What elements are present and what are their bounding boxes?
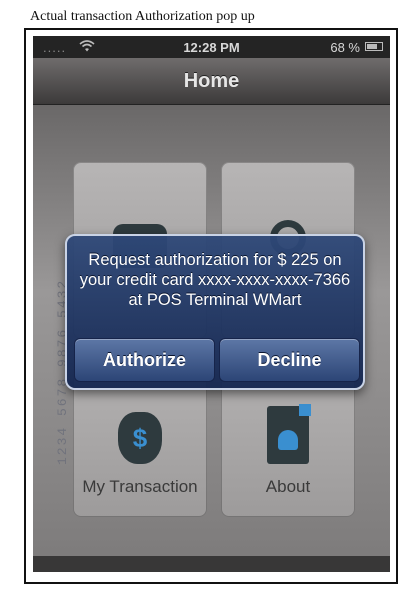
tile-label-about: About — [265, 477, 311, 496]
page-title: Home — [183, 70, 240, 92]
authorization-alert: Request authorization for $ 225 on your … — [65, 234, 365, 390]
bottom-bar — [33, 556, 390, 572]
tile-label-my-transaction: My Transaction — [82, 477, 198, 496]
money-bag-icon: $ — [118, 412, 162, 464]
person-silhouette — [278, 430, 298, 450]
caption: Actual transaction Authorization pop up — [30, 9, 255, 24]
battery-percent: 68 % — [330, 40, 360, 55]
document-fold — [299, 404, 311, 416]
decline-button[interactable]: Decline — [219, 338, 360, 382]
screenshot-frame: ..... 12:28 PM 68 % Home 1234 5678 9876 … — [24, 28, 398, 584]
authorize-button[interactable]: Authorize — [74, 338, 215, 382]
nav-bar: Home — [33, 58, 390, 105]
alert-message: Request authorization for $ 225 on your … — [79, 251, 351, 309]
battery-icon — [365, 42, 383, 51]
phone-screen: ..... 12:28 PM 68 % Home 1234 5678 9876 … — [33, 36, 390, 572]
status-bar: ..... 12:28 PM 68 % — [33, 36, 390, 58]
document-person-icon — [267, 404, 311, 464]
